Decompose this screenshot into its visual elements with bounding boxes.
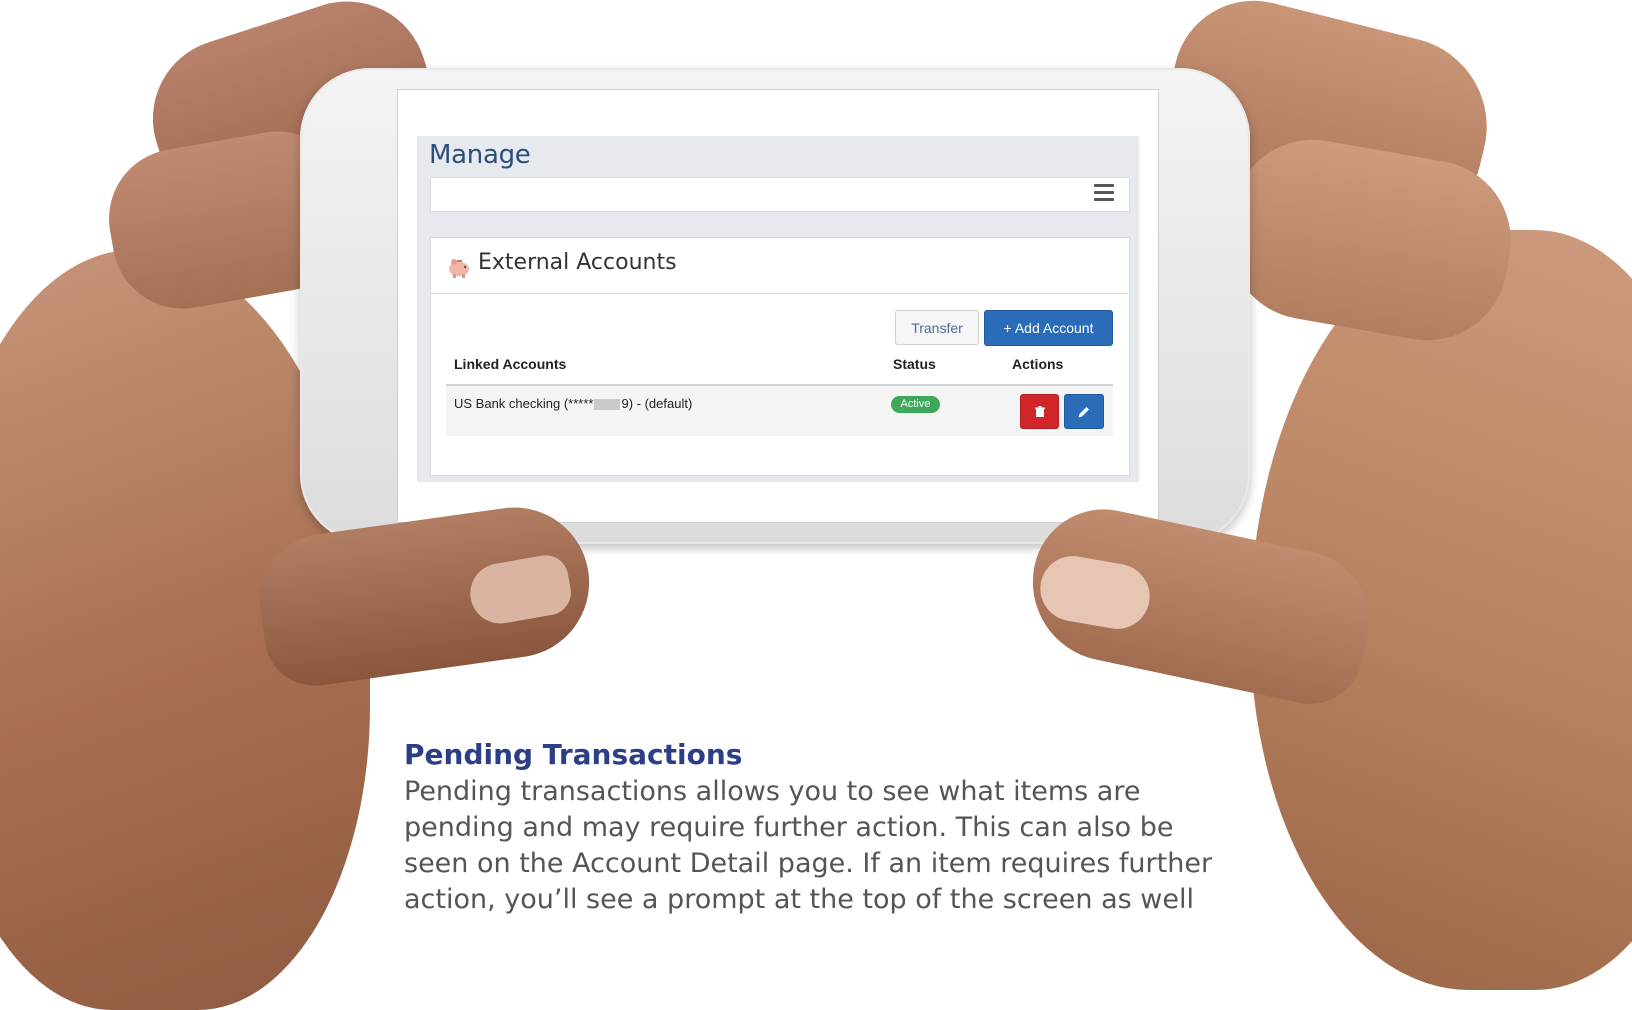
toolbar — [430, 177, 1130, 212]
body-line: Pending transactions allows you to see w… — [404, 776, 1141, 807]
column-header-linked-accounts: Linked Accounts — [454, 356, 567, 372]
piggy-bank-icon — [446, 254, 472, 280]
body-line: pending and may require further action. … — [404, 812, 1174, 843]
section-heading: Pending Transactions — [404, 738, 743, 771]
divider — [431, 293, 1128, 294]
card-title: External Accounts — [478, 250, 677, 275]
pencil-icon — [1078, 406, 1089, 417]
redacted-digits — [594, 399, 621, 411]
add-account-button[interactable]: + Add Account — [984, 310, 1113, 346]
section-body: Pending transactions allows you to see w… — [404, 774, 1213, 918]
transfer-button[interactable]: Transfer — [895, 310, 979, 345]
body-line: seen on the Account Detail page. If an i… — [404, 848, 1213, 879]
trash-icon — [1034, 405, 1045, 417]
edit-button[interactable] — [1064, 394, 1104, 429]
status-badge: Active — [891, 396, 940, 413]
page-title: Manage — [429, 140, 531, 170]
linked-account-cell: US Bank checking (***** 9) - (default) — [454, 396, 692, 411]
body-line: action, you’ll see a prompt at the top o… — [404, 884, 1194, 915]
account-name-suffix: 9) - (default) — [621, 396, 693, 411]
delete-button[interactable] — [1020, 394, 1059, 429]
column-header-status: Status — [893, 356, 936, 372]
table-row — [446, 386, 1113, 436]
menu-icon[interactable] — [1094, 184, 1114, 202]
account-name: US Bank checking (***** — [454, 396, 594, 411]
column-header-actions: Actions — [1012, 356, 1064, 372]
